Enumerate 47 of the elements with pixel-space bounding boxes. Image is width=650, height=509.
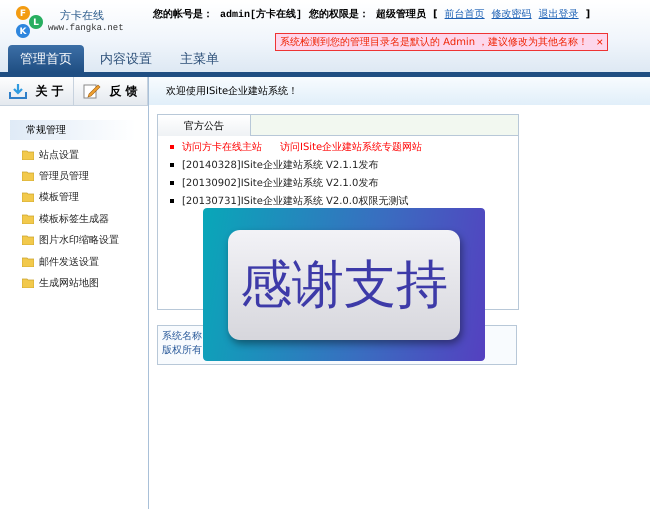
info-label: 系统名称 bbox=[162, 330, 203, 344]
sidebar-button[interactable]: 反 馈 bbox=[74, 77, 148, 105]
bullet-icon bbox=[170, 145, 174, 149]
notice-link[interactable]: 访问ISite企业建站系统专题网站 bbox=[280, 140, 422, 154]
sidebar-item[interactable]: 站点设置 bbox=[39, 148, 79, 162]
info-label: 版权所有 bbox=[162, 344, 203, 358]
logo-name: 方卡在线 bbox=[60, 8, 105, 23]
news-item[interactable]: [20140328]ISite企业建站系统 V2.1.1发布 bbox=[182, 158, 378, 172]
bracket: [ bbox=[433, 8, 438, 20]
welcome-text: 欢迎使用ISite企业建站系统！ bbox=[166, 84, 298, 98]
sidebar-item[interactable]: 图片水印缩略设置 bbox=[39, 233, 119, 248]
account-value: admin[方卡在线] bbox=[220, 7, 302, 21]
role-value: 超级管理员 bbox=[376, 8, 426, 21]
download-icon bbox=[9, 83, 28, 99]
notice-tab[interactable]: 官方公告 bbox=[158, 115, 251, 136]
folder-icon bbox=[22, 214, 34, 224]
sidebar-item[interactable]: 邮件发送设置 bbox=[39, 254, 99, 269]
edit-icon bbox=[83, 83, 102, 99]
folder-icon bbox=[22, 235, 34, 246]
news-item[interactable]: [20130902]ISite企业建站系统 V2.1.0发布 bbox=[182, 176, 378, 190]
nav-tab[interactable]: 管理首页 bbox=[8, 45, 84, 72]
folder-icon bbox=[22, 256, 34, 267]
header-link[interactable]: 退出登录 bbox=[538, 7, 579, 21]
folder-icon bbox=[22, 150, 34, 160]
logo-url: www.fangka.net bbox=[48, 23, 124, 33]
sidebar-item[interactable]: 模板标签生成器 bbox=[39, 212, 109, 226]
sidebar-item[interactable]: 模板管理 bbox=[39, 190, 79, 204]
folder-icon bbox=[22, 278, 34, 288]
role-label: 您的权限是： bbox=[309, 8, 370, 21]
sidebar-button[interactable]: 关 于 bbox=[0, 77, 74, 105]
alert-text: 系统检测到您的管理目录名是默认的 Admin ，建议修改为其他名称！ bbox=[280, 36, 588, 49]
bullet-icon bbox=[170, 199, 174, 203]
nav-tab[interactable]: 内容设置 bbox=[88, 45, 164, 72]
sidebar-item[interactable]: 生成网站地图 bbox=[39, 276, 99, 290]
news-item[interactable]: [20130731]ISite企业建站系统 V2.0.0权限无测试 bbox=[182, 194, 408, 208]
notice-link[interactable]: 访问方卡在线主站 bbox=[182, 140, 262, 154]
folder-icon bbox=[22, 171, 34, 182]
bullet-icon bbox=[170, 163, 174, 167]
account-label: 您的帐号是： bbox=[153, 8, 213, 21]
sidebar-item[interactable]: 管理员管理 bbox=[39, 169, 89, 184]
nav-tab[interactable]: 主菜单 bbox=[168, 45, 231, 72]
bracket: ] bbox=[586, 8, 590, 20]
folder-icon bbox=[22, 192, 34, 202]
header-link[interactable]: 修改密码 bbox=[492, 7, 532, 21]
sticker-text: 感谢支持 bbox=[228, 230, 460, 340]
bullet-icon bbox=[170, 181, 174, 185]
header-link[interactable]: 前台首页 bbox=[444, 7, 485, 21]
